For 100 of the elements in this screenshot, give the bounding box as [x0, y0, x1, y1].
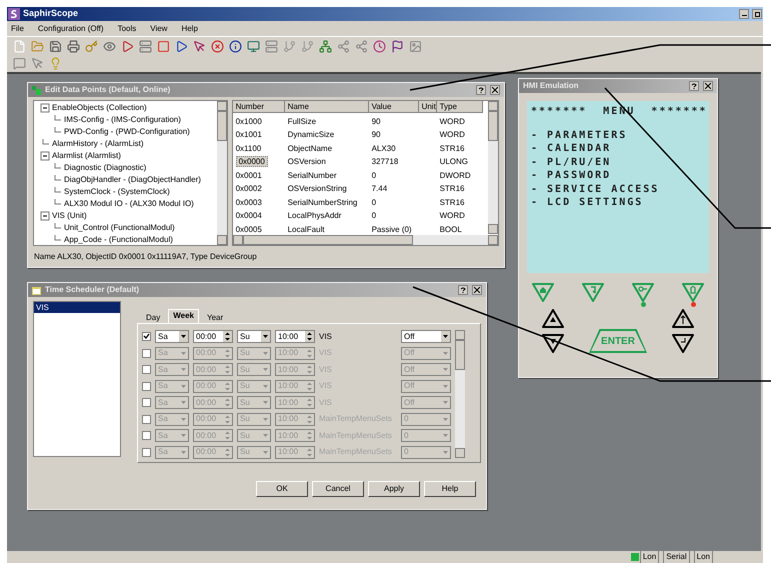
time-spinner[interactable]: 00:00	[193, 363, 233, 376]
new-file-icon[interactable]	[13, 40, 26, 52]
close-icon[interactable]	[703, 81, 713, 91]
help-icon[interactable]	[689, 81, 699, 91]
checkbox[interactable]	[142, 414, 151, 424]
bulb-icon[interactable]	[49, 57, 62, 70]
checkbox[interactable]	[142, 431, 151, 440]
dropdown[interactable]: 0	[401, 412, 451, 426]
tree-item[interactable]: Diagnostic (Diagnostic)	[64, 162, 146, 174]
message-icon[interactable]	[13, 57, 26, 70]
time-spinner[interactable]: 10:00	[275, 330, 315, 343]
dropdown[interactable]: Su	[237, 346, 271, 360]
collapse-icon[interactable]	[40, 103, 50, 113]
key-key-icon[interactable]	[631, 282, 655, 302]
tree-item[interactable]: AlarmHistory - (AlarmList)	[52, 138, 144, 150]
clock-icon[interactable]	[373, 40, 386, 52]
dropdown[interactable]: Off	[401, 330, 451, 343]
tree-item[interactable]: EnableObjects (Collection)	[52, 102, 147, 114]
list-item[interactable]: VIS	[34, 302, 120, 313]
device-icon[interactable]	[265, 40, 278, 52]
time-spinner[interactable]: 10:00	[275, 429, 315, 442]
image-icon[interactable]	[409, 40, 422, 52]
tab[interactable]: Year	[202, 311, 228, 323]
back-key-icon[interactable]	[581, 282, 605, 302]
dropdown[interactable]: Sa	[155, 380, 189, 392]
print-icon[interactable]	[67, 40, 80, 52]
pointer-icon[interactable]	[31, 57, 44, 70]
dialog-button[interactable]: Cancel	[312, 481, 364, 497]
spin-arrows-icon[interactable]	[305, 331, 314, 342]
save-icon[interactable]	[49, 40, 62, 52]
dropdown[interactable]: Su	[237, 446, 271, 458]
dropdown[interactable]: Sa	[155, 330, 189, 343]
dropdown[interactable]: Sa	[155, 363, 189, 376]
time-spinner[interactable]: 10:00	[275, 412, 315, 426]
menu-item[interactable]: Tools	[118, 22, 136, 34]
share-icon[interactable]	[337, 40, 350, 52]
tree-item[interactable]: VIS (Unit)	[52, 210, 87, 222]
menu-item[interactable]: File	[11, 22, 24, 34]
dropdown[interactable]: Off	[401, 380, 451, 392]
tree-item[interactable]: Unit_Control (FunctionalModul)	[64, 222, 175, 234]
branch-icon[interactable]	[301, 40, 314, 52]
menu-item[interactable]: Help	[181, 22, 198, 34]
home-key-icon[interactable]	[531, 282, 555, 302]
time-spinner[interactable]: 10:00	[275, 396, 315, 409]
time-spinner[interactable]: 00:00	[193, 346, 233, 360]
column-header[interactable]: Number	[232, 101, 285, 113]
time-spinner[interactable]: 00:00	[193, 396, 233, 409]
cancel-icon[interactable]	[211, 40, 224, 52]
checkbox[interactable]	[142, 348, 151, 358]
checkbox[interactable]	[142, 365, 151, 374]
pointer-icon[interactable]	[193, 40, 206, 52]
dropdown[interactable]: 0	[401, 446, 451, 458]
collapse-icon[interactable]	[40, 211, 50, 221]
bell-key-icon[interactable]	[681, 282, 705, 302]
dropdown[interactable]: Sa	[155, 412, 189, 426]
dialog-button[interactable]: Help	[424, 481, 476, 497]
dropdown[interactable]: Off	[401, 346, 451, 360]
tree-item[interactable]: SystemClock - (SystemClock)	[64, 186, 170, 198]
scroll-icon[interactable]	[671, 309, 695, 329]
restore-icon[interactable]	[752, 9, 762, 19]
time-spinner[interactable]: 00:00	[193, 330, 233, 343]
close-icon[interactable]	[472, 285, 482, 295]
dropdown[interactable]: Sa	[155, 446, 189, 458]
enter-button[interactable]: ENTER	[589, 329, 647, 353]
help-icon[interactable]	[458, 285, 468, 295]
arrow-icon[interactable]	[121, 40, 134, 52]
column-header[interactable]: Type	[436, 101, 483, 113]
column-header[interactable]: Value	[368, 101, 419, 113]
dropdown[interactable]: Su	[237, 330, 271, 343]
key-icon[interactable]	[85, 40, 98, 52]
time-spinner[interactable]: 00:00	[193, 446, 233, 458]
scrollbar[interactable]	[455, 330, 465, 458]
menu-item[interactable]: View	[150, 22, 168, 34]
spin-arrows-icon[interactable]	[223, 331, 232, 342]
checkbox[interactable]	[142, 448, 151, 456]
dropdown[interactable]: Sa	[155, 346, 189, 360]
tree-item[interactable]: PWD-Config - (PWD-Configuration)	[64, 126, 190, 138]
scrollbar[interactable]	[488, 101, 498, 234]
monitor-icon[interactable]	[247, 40, 260, 52]
dropdown[interactable]: Su	[237, 396, 271, 409]
dialog-button[interactable]: Apply	[368, 481, 420, 497]
tab[interactable]: Day	[141, 311, 166, 323]
up-arrow-icon[interactable]	[541, 309, 565, 329]
menu-item[interactable]: Configuration (Off)	[38, 22, 104, 34]
dropdown[interactable]: 0	[401, 429, 451, 442]
share-icon[interactable]	[355, 40, 368, 52]
minimize-icon[interactable]	[739, 9, 749, 19]
tree-item[interactable]: App_Code - (FunctionalModul)	[64, 234, 173, 245]
play-icon[interactable]	[175, 40, 188, 52]
tree-item[interactable]: ALX30 Modul IO - (ALX30 Modul IO)	[64, 198, 194, 210]
down-arrow-icon[interactable]	[541, 333, 565, 353]
time-spinner[interactable]: 10:00	[275, 446, 315, 458]
checkbox[interactable]	[142, 398, 151, 407]
flag-icon[interactable]	[391, 40, 404, 52]
dropdown[interactable]: Su	[237, 412, 271, 426]
checkbox[interactable]	[142, 382, 151, 390]
info-icon[interactable]	[229, 40, 242, 52]
dropdown[interactable]: Off	[401, 363, 451, 376]
column-header[interactable]: Unit	[418, 101, 437, 113]
tree-item[interactable]: DiagObjHandler - (DiagObjectHandler)	[64, 174, 201, 186]
